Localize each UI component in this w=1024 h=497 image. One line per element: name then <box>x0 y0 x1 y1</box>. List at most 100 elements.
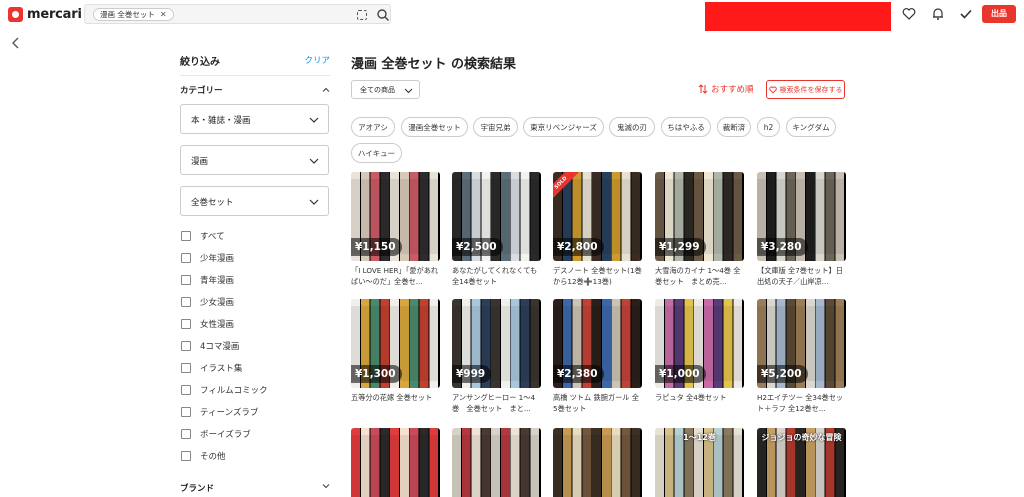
chevron-down-icon <box>309 117 319 123</box>
checkbox[interactable] <box>181 451 191 461</box>
check-icon[interactable] <box>959 7 973 21</box>
sell-button[interactable]: 出品 <box>982 5 1016 23</box>
category-select-1[interactable]: 本・雑誌・漫画 <box>180 104 329 134</box>
divider <box>180 75 330 76</box>
tag-chip[interactable]: ちはやふる <box>661 117 711 137</box>
item-name[interactable]: 「I LOVE HER」「愛があればい〜のだ」全巻セ... <box>351 265 440 287</box>
filter-sidebar: 絞り込み クリア カテゴリー <box>180 50 330 99</box>
checkbox[interactable] <box>181 231 191 241</box>
item-thumbnail[interactable]: ¥1,150 <box>351 172 440 261</box>
item-name[interactable]: あなたがしてくれなくても 全14巻セット <box>452 265 541 287</box>
checkbox-row[interactable]: フィルムコミック <box>181 383 268 397</box>
tag-chip[interactable]: 裁断済 <box>717 117 751 137</box>
item-price: ¥1,300 <box>351 365 402 383</box>
clear-link[interactable]: クリア <box>304 54 330 66</box>
item-name[interactable]: 大雪海のカイナ 1〜4巻 全巻セット まとめ売... <box>655 265 744 287</box>
checkbox[interactable] <box>181 407 191 417</box>
checkbox-row[interactable]: イラスト集 <box>181 361 242 375</box>
chevron-up-icon <box>322 87 330 92</box>
item-thumbnail[interactable] <box>452 428 541 497</box>
item-price: ¥1,000 <box>655 365 706 383</box>
item-name[interactable]: 五等分の花嫁 全巻セット <box>351 392 440 403</box>
checkbox[interactable] <box>181 341 191 351</box>
checkbox[interactable] <box>181 385 191 395</box>
checkbox-row[interactable]: ティーンズラブ <box>181 405 258 419</box>
checkbox-row[interactable]: その他 <box>181 449 226 463</box>
item-name[interactable]: 高橋 ツトム 鉄腕ガール 全5巻セット <box>553 392 642 414</box>
checkbox-row[interactable]: 少年漫画 <box>181 251 234 265</box>
item-price: ¥1,150 <box>351 238 402 256</box>
tag-chip[interactable]: 鬼滅の刃 <box>609 117 655 137</box>
checkbox-row[interactable]: 4コマ漫画 <box>181 339 239 353</box>
item-price: ¥2,800 <box>553 238 604 256</box>
tag-chip[interactable]: キングダム <box>786 117 836 137</box>
checkbox-row[interactable]: 女性漫画 <box>181 317 234 331</box>
category-select-3[interactable]: 全巻セット <box>180 186 329 216</box>
item-price: ¥1,299 <box>655 238 706 256</box>
chip-close-icon[interactable]: ✕ <box>160 9 167 20</box>
item-thumbnail[interactable]: ¥1,000 <box>655 299 744 388</box>
chevron-down-icon <box>309 199 319 205</box>
checkbox[interactable] <box>181 429 191 439</box>
thumbnail-overlay-text: ジョジョの奇妙な冒険 <box>761 433 842 442</box>
tag-chip[interactable]: h2 <box>757 117 780 137</box>
chevron-down-icon <box>309 158 319 164</box>
brand-title: ブランド <box>180 484 215 494</box>
checkbox-row[interactable]: 少女漫画 <box>181 295 234 309</box>
mercari-logo[interactable]: mercari <box>8 6 82 22</box>
header: mercari 漫画 全巻セット ✕ 出品 <box>0 0 1024 31</box>
status-filter-dropdown[interactable]: 全ての商品 <box>351 80 420 99</box>
item-price: ¥2,500 <box>452 238 503 256</box>
back-arrow-icon[interactable] <box>11 37 21 49</box>
page-title: 漫画 全巻セット の検索結果 <box>351 57 517 72</box>
category-select-2[interactable]: 漫画 <box>180 145 329 175</box>
tag-chip[interactable]: 東京リベンジャーズ <box>523 117 604 137</box>
tag-chip[interactable]: アオアシ <box>351 117 395 137</box>
item-thumbnail[interactable]: ¥1,299 <box>655 172 744 261</box>
checkbox[interactable] <box>181 253 191 263</box>
category-title: カテゴリー <box>180 86 223 96</box>
redacted-area <box>705 2 891 31</box>
filter-title: 絞り込み <box>180 56 220 68</box>
item-thumbnail[interactable] <box>553 428 642 497</box>
checkbox[interactable] <box>181 275 191 285</box>
search-chip[interactable]: 漫画 全巻セット ✕ <box>93 8 174 21</box>
item-thumbnail[interactable]: ¥2,380 <box>553 299 642 388</box>
tag-chip[interactable]: 宇宙兄弟 <box>473 117 518 137</box>
item-name[interactable]: H2エイチツー 全34巻セット＋ラフ 全12巻セ... <box>757 392 846 414</box>
checkbox[interactable] <box>181 297 191 307</box>
image-search-icon[interactable] <box>357 10 367 20</box>
item-thumbnail[interactable]: ¥999 <box>452 299 541 388</box>
checkbox[interactable] <box>181 319 191 329</box>
tag-chip[interactable]: 漫画全巻セット <box>401 117 468 137</box>
heart-icon[interactable] <box>902 7 916 21</box>
checkbox[interactable] <box>181 363 191 373</box>
item-thumbnail[interactable]: ジョジョの奇妙な冒険 <box>757 428 846 497</box>
item-name[interactable]: 【文庫版 全7巻セット】日出処の天子／山岸凉... <box>757 265 846 287</box>
item-thumbnail[interactable]: ¥3,280 <box>757 172 846 261</box>
item-thumbnail[interactable]: SOLD ¥2,800 <box>553 172 642 261</box>
checkbox-row[interactable]: ボーイズラブ <box>181 427 251 441</box>
item-thumbnail[interactable]: ¥2,500 <box>452 172 541 261</box>
checkbox-row[interactable]: すべて <box>181 229 225 243</box>
save-search-button[interactable]: 検索条件を保存する <box>766 80 845 99</box>
item-thumbnail[interactable]: ¥1,300 <box>351 299 440 388</box>
tag-chip[interactable]: ハイキュー <box>351 143 402 163</box>
search-icon[interactable] <box>376 8 390 22</box>
category-section-header[interactable]: カテゴリー <box>180 81 330 99</box>
item-name[interactable]: ラピュタ 全4巻セット <box>655 392 744 403</box>
item-thumbnail[interactable]: ¥5,200 <box>757 299 846 388</box>
item-name[interactable]: デスノート 全巻セット(1巻から12巻➕13巻) <box>553 265 642 287</box>
bell-icon[interactable] <box>931 7 945 21</box>
heart-icon <box>768 86 777 94</box>
item-name[interactable]: アンサングヒーロー 1〜4巻 全巻セット まと... <box>452 392 541 414</box>
item-thumbnail[interactable] <box>351 428 440 497</box>
sort-button[interactable]: おすすめ順 <box>698 83 754 95</box>
search-input[interactable]: 漫画 全巻セット ✕ <box>84 4 391 24</box>
checkbox-row[interactable]: 青年漫画 <box>181 273 234 287</box>
thumbnail-overlay-text: 1〜12巻 <box>683 433 716 442</box>
brand-section-header[interactable]: ブランド <box>180 482 330 494</box>
sort-icon <box>698 84 708 94</box>
item-price: ¥2,380 <box>553 365 604 383</box>
item-thumbnail[interactable]: 1〜12巻 <box>655 428 744 497</box>
